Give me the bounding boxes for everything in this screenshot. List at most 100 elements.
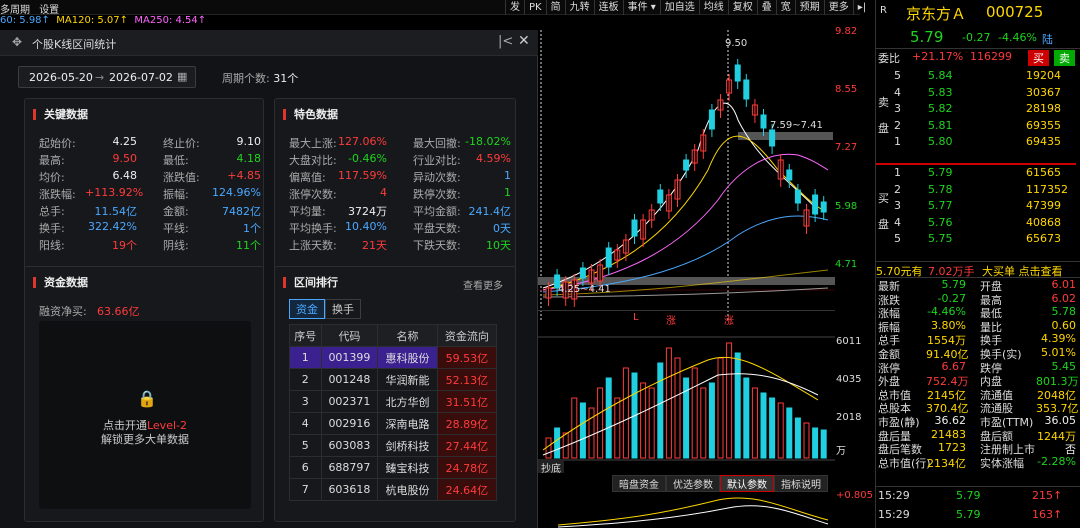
stat-value: 21天 [362, 239, 387, 252]
volume-bar [700, 387, 707, 459]
collapse-icon[interactable]: |< [498, 34, 513, 49]
toolbar-item[interactable]: 连板 [593, 0, 623, 15]
ranking-row[interactable]: 6 688797 臻宝科技 24.78亿 [289, 456, 498, 479]
tab-chaodi[interactable]: 抄底 [538, 460, 564, 475]
stock-name: 京东方Ａ [906, 5, 967, 23]
stats-row: 总市值(行) 2134亿 实体涨幅 -2.28% [876, 455, 1080, 470]
toolbar-item[interactable]: 发 [505, 0, 524, 15]
stat-value: 11个 [236, 239, 261, 252]
toolbar-item[interactable]: ▸| [852, 0, 870, 15]
stat-value: 127.06% [338, 135, 387, 148]
stat-value: 3724万 [348, 205, 387, 218]
view-more-link[interactable]: 查看更多 [463, 277, 503, 292]
price-label: 8.55 [835, 84, 858, 95]
order-price: 5.80 [928, 135, 953, 148]
ranking-row[interactable]: 4 002916 深南电路 28.89亿 [289, 412, 498, 435]
order-level[interactable]: 3 5.77 47399 [876, 198, 1080, 215]
order-vol: 69355 [1026, 118, 1061, 132]
toolbar-item[interactable]: 事件 ▾ [622, 0, 660, 15]
volume-bar [605, 377, 612, 459]
level2-lock-panel[interactable]: 🔒 点击开通Level-2 解锁更多大单数据 [39, 321, 251, 509]
ranking-row[interactable]: 5 603083 剑桥科技 27.44亿 [289, 434, 498, 457]
stat-value: 36.05 [1044, 414, 1077, 427]
tab-turnover[interactable]: 换手 [325, 299, 361, 319]
ranking-cell-no: 1 [289, 346, 322, 369]
ranking-cell-no: 3 [289, 390, 322, 413]
tab-capital[interactable]: 资金 [289, 299, 325, 319]
big-order-row[interactable]: 5.70元有 7.02万手 大买单 点击查看 [876, 261, 1080, 278]
toolbar-item[interactable]: PK [524, 0, 546, 15]
order-level[interactable]: 3 5.82 28198 [876, 101, 1080, 118]
ranking-row[interactable]: 3 002371 北方华创 31.51亿 [289, 390, 498, 413]
indicator-line-2 [557, 505, 829, 528]
tab-optimal-params[interactable]: 优选参数 [666, 475, 720, 492]
stat-label: 跌停次数: [413, 188, 461, 201]
stat-label: 均价: [39, 171, 65, 184]
toolbar-item[interactable]: 简 [545, 0, 565, 15]
order-level[interactable]: 5 5.84 19204 [876, 68, 1080, 85]
quote-panel: R 京东方Ａ 000725 5.79 -0.27 -4.46% 陆 委比 +21… [875, 0, 1080, 528]
stat-label: 平盘天数: [413, 222, 461, 235]
toolbar-item[interactable]: 均线 [698, 0, 728, 15]
volume-bar [588, 407, 595, 459]
stat-label: 平均量: [289, 205, 326, 218]
close-icon[interactable]: ✕ [518, 33, 530, 49]
toolbar-item[interactable]: 复权 [727, 0, 757, 15]
volume-bar [657, 362, 664, 459]
ranking-cell-no: 2 [289, 368, 322, 391]
kline-chart-area[interactable]: 9.50 4.25~4.41 7.59~7.41 L 涨 涨 抄底 暗盘资金 优… [538, 30, 835, 528]
stat-value: -18.02% [465, 135, 511, 148]
stat-label: 下跌天数: [413, 239, 461, 252]
stat-value: 5.45 [1051, 359, 1077, 373]
order-price: 5.76 [928, 215, 953, 229]
big-order-link[interactable]: 大买单 点击查看 [982, 263, 1063, 279]
high-mark: 9.50 [725, 38, 748, 49]
ranking-cell-name: 深南电路 [377, 412, 438, 435]
special-data-card: 特色数据 最大上涨: 127.06% 最大回撤: -18.02% 大盘对比: -0.46%… [274, 98, 516, 288]
order-level[interactable]: 2 5.81 69355 [876, 118, 1080, 135]
stat-label: 平均金额: [413, 205, 461, 218]
stat-label: 最高: [39, 154, 65, 167]
order-level[interactable]: 4 5.83 30367 [876, 85, 1080, 102]
ranking-row[interactable]: 2 001248 华润新能 52.13亿 [289, 368, 498, 391]
order-level[interactable]: 5 5.75 65673 [876, 231, 1080, 248]
ranking-row[interactable]: 1 001399 惠科股份 59.53亿 [289, 346, 498, 369]
stat-label: 行业对比: [413, 154, 461, 167]
volume-bar [760, 392, 767, 459]
webi-label: 委比 [878, 52, 900, 65]
price-label: 4.71 [835, 259, 858, 270]
stats-row: 涨幅 -4.46% 最低 5.78 [876, 305, 1080, 320]
marker-zhang: 涨 [666, 316, 676, 327]
order-price: 5.83 [928, 85, 953, 99]
toolbar-item[interactable]: 九转 [564, 0, 594, 15]
sell-button[interactable]: 卖 [1054, 50, 1075, 66]
toolbar-item[interactable]: 加自选 [659, 0, 699, 15]
stat-value: 10天 [486, 239, 511, 252]
toolbar-item[interactable]: 叠 [756, 0, 776, 15]
order-level[interactable]: 2 5.78 117352 [876, 182, 1080, 199]
vol-label: 4035 [836, 374, 862, 385]
stats-row: 最新 5.79 开盘 6.01 [876, 278, 1080, 293]
toolbar-item[interactable]: 更多 [823, 0, 853, 15]
toolbar-item[interactable]: 预期 [794, 0, 824, 15]
tab-dark-funds[interactable]: 暗盘资金 [612, 475, 666, 492]
ranking-row[interactable]: 7 603618 杭电股份 24.64亿 [289, 478, 498, 501]
date-range-picker[interactable]: 2026-05-20 → 2026-07-02 ▦ [18, 66, 196, 88]
order-level[interactable]: 1 5.80 69435 [876, 134, 1080, 151]
ranking-cell-flow: 28.89亿 [436, 412, 498, 435]
order-price: 5.77 [928, 199, 953, 212]
stat-value: 6.67 [941, 359, 967, 373]
tab-indicator-help[interactable]: 指标说明 [774, 475, 828, 492]
stat-value: 6.48 [112, 169, 138, 182]
last-price: 5.79 [910, 28, 944, 46]
buy-button[interactable]: 买 [1028, 50, 1049, 66]
ranking-cell-no: 4 [289, 412, 322, 435]
volume-bar [691, 367, 698, 459]
vol-unit: 万 [836, 446, 846, 457]
order-level[interactable]: 4 5.76 40868 [876, 215, 1080, 232]
order-level[interactable]: 1 5.79 61565 [876, 165, 1080, 182]
toolbar-item[interactable]: 宽 [775, 0, 795, 15]
stat-value: -4.46% [927, 305, 966, 319]
tab-default-params[interactable]: 默认参数 [720, 475, 774, 492]
stats-row: 涨停 6.67 跌停 5.45 [876, 359, 1080, 375]
